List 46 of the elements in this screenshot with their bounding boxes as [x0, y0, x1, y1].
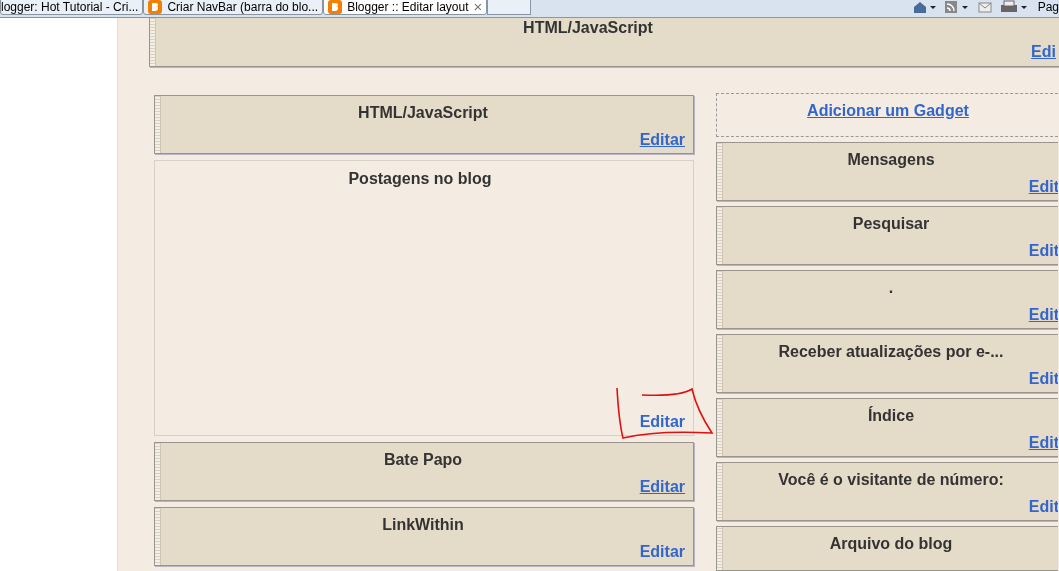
gadget-title: Mensagens [846, 150, 936, 170]
gadget-title: Pesquisar [851, 214, 931, 234]
mail-icon[interactable] [977, 0, 992, 14]
edit-link[interactable]: Edit [1028, 435, 1058, 451]
add-gadget-link[interactable]: Adicionar um Gadget [807, 99, 969, 123]
gadget-title: LinkWithin [381, 515, 465, 535]
edit-link[interactable]: Edi [1031, 44, 1056, 60]
gadget-panel[interactable]: LinkWithin Editar [154, 507, 694, 566]
gadget-panel[interactable]: Mensagens Edit [716, 142, 1058, 201]
gadget-title: Postagens no blog [347, 169, 493, 189]
gadget-panel[interactable]: Índice Edit [716, 398, 1058, 457]
gadget-title: Receber atualizações por e-... [777, 342, 1005, 362]
edit-link[interactable]: Edit [1028, 179, 1058, 195]
gadget-panel[interactable]: Receber atualizações por e-... Edit [716, 334, 1058, 393]
edit-link[interactable]: Edit [1028, 371, 1058, 387]
gadget-title: HTML/JavaScript [357, 103, 489, 123]
gadget-panel[interactable]: Arquivo do blog [716, 526, 1058, 571]
home-icon[interactable] [911, 0, 936, 14]
close-tab-button[interactable]: × [473, 0, 483, 14]
edit-link[interactable]: Editar [639, 479, 685, 495]
gadget-panel[interactable]: HTML/JavaScript Edi [149, 17, 1059, 67]
gadget-title: Arquivo do blog [828, 534, 954, 554]
gadget-panel[interactable]: Bate Papo Editar [154, 442, 694, 501]
new-tab-button[interactable] [487, 0, 532, 15]
edit-link[interactable]: Editar [639, 414, 685, 430]
feed-icon[interactable] [943, 0, 970, 14]
tab-title: Blogger :: Editar layout [347, 0, 469, 16]
edit-link[interactable]: Edit [1028, 499, 1058, 515]
browser-tab[interactable]: Criar NavBar (barra do blo... [143, 0, 324, 15]
browser-tab[interactable]: Blogger :: Editar layout × [323, 0, 488, 15]
gadget-panel[interactable]: Você é o visitante de número: Edit [716, 462, 1058, 521]
gadget-title: Bate Papo [382, 450, 464, 470]
gadget-panel[interactable]: Pesquisar Edit [716, 206, 1058, 265]
edit-link[interactable]: Editar [639, 132, 685, 148]
edit-link[interactable]: Edit [1028, 243, 1058, 259]
tab-title: Criar NavBar (barra do blo... [167, 0, 319, 16]
gadget-panel[interactable]: . Edit [716, 270, 1058, 329]
gadget-title: Índice [866, 405, 916, 426]
page-menu[interactable]: Pag [1037, 0, 1059, 16]
edit-link[interactable]: Editar [639, 544, 685, 560]
gadget-panel[interactable]: HTML/JavaScript Editar [154, 95, 694, 154]
print-icon[interactable] [999, 0, 1030, 14]
gadget-title: Você é o visitante de número: [777, 470, 1005, 490]
gadget-title: . [887, 278, 895, 298]
edit-link[interactable]: Edit [1028, 307, 1058, 323]
gadget-title: HTML/JavaScript [522, 18, 654, 38]
